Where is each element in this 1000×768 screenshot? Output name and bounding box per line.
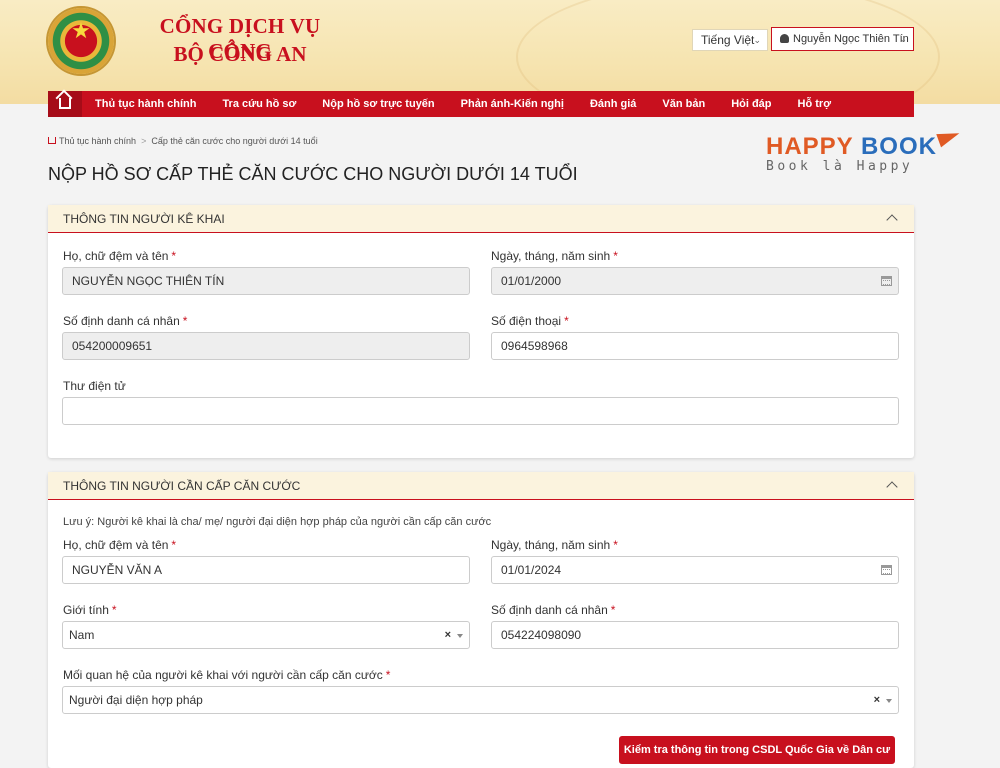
nav-item-hoi-dap[interactable]: Hỏi đáp bbox=[718, 91, 784, 117]
nav-item-danh-gia[interactable]: Đánh giá bbox=[577, 91, 649, 117]
dob-value: 01/01/2000 bbox=[501, 274, 562, 288]
gender-value: Nam bbox=[69, 628, 95, 642]
applicant-id-field[interactable]: 054224098090 bbox=[491, 621, 899, 649]
full-name-label: Họ, chữ đệm và tên * bbox=[63, 249, 177, 263]
section-title: THÔNG TIN NGƯỜI CẦN CẤP CĂN CƯỚC bbox=[63, 479, 301, 493]
chevron-up-icon[interactable] bbox=[886, 481, 898, 493]
chevron-up-icon[interactable] bbox=[886, 214, 898, 226]
check-national-database-button[interactable]: Kiểm tra thông tin trong CSDL Quốc Gia v… bbox=[619, 736, 895, 764]
logo-book: BOOK bbox=[860, 133, 937, 160]
breadcrumb-item: Cấp thẻ căn cước cho người dưới 14 tuổi bbox=[151, 136, 318, 146]
dob-label: Ngày, tháng, năm sinh * bbox=[491, 249, 618, 263]
calendar-icon[interactable] bbox=[881, 565, 892, 575]
phone-label: Số điện thoại * bbox=[491, 314, 569, 328]
applicant-note: Lưu ý: Người kê khai là cha/ mẹ/ người đ… bbox=[63, 516, 492, 528]
applicant-full-name-field[interactable]: NGUYỄN VĂN A bbox=[62, 556, 470, 584]
relation-label: Mối quan hệ của người kê khai với người … bbox=[63, 668, 391, 682]
nav-item-phan-anh[interactable]: Phản ánh-Kiến nghị bbox=[448, 91, 577, 117]
chevron-down-icon: ⌄ bbox=[753, 35, 761, 45]
dob-label: Ngày, tháng, năm sinh * bbox=[491, 538, 618, 552]
logo-tagline: Book là Happy bbox=[766, 159, 914, 174]
happy-book-logo: HAPPY BOOK Book là Happy bbox=[766, 126, 966, 178]
logo-happy: HAPPY bbox=[766, 133, 854, 160]
nav-item-thu-tuc[interactable]: Thủ tục hành chính bbox=[82, 91, 209, 117]
calendar-icon[interactable] bbox=[881, 276, 892, 286]
breadcrumb-separator: > bbox=[141, 136, 147, 146]
language-label: Tiếng Việt bbox=[701, 33, 755, 47]
declarant-id-field[interactable]: 054200009651 bbox=[62, 332, 470, 360]
section-title: THÔNG TIN NGƯỜI KÊ KHAI bbox=[63, 212, 225, 226]
applicant-gender-select[interactable]: Nam × bbox=[62, 621, 470, 649]
email-label: Thư điện tử bbox=[63, 379, 126, 393]
nav-item-tra-cuu[interactable]: Tra cứu hồ sơ bbox=[209, 91, 309, 117]
nav-item-nop-ho-so[interactable]: Nộp hồ sơ trực tuyến bbox=[309, 91, 447, 117]
applicant-section: THÔNG TIN NGƯỜI CẦN CẤP CĂN CƯỚC Lưu ý: … bbox=[48, 472, 914, 768]
applicant-section-header[interactable]: THÔNG TIN NGƯỜI CẦN CẤP CĂN CƯỚC bbox=[48, 472, 914, 500]
declarant-section-header[interactable]: THÔNG TIN NGƯỜI KÊ KHAI bbox=[48, 205, 914, 233]
clear-icon[interactable]: × bbox=[445, 622, 451, 648]
declarant-phone-field[interactable]: 0964598968 bbox=[491, 332, 899, 360]
declarant-email-field[interactable] bbox=[62, 397, 899, 425]
id-number-label: Số định danh cá nhân * bbox=[491, 603, 616, 617]
declarant-full-name-field[interactable]: NGUYỄN NGỌC THIÊN TÍN bbox=[62, 267, 470, 295]
id-number-label: Số định danh cá nhân * bbox=[63, 314, 188, 328]
police-emblem-icon[interactable]: ★ bbox=[48, 8, 114, 74]
full-name-label: Họ, chữ đệm và tên * bbox=[63, 538, 177, 552]
relation-select[interactable]: Người đại diện hợp pháp × bbox=[62, 686, 899, 714]
language-select[interactable]: Tiếng Việt ⌄ bbox=[692, 29, 768, 51]
applicant-dob-field[interactable]: 01/01/2024 bbox=[491, 556, 899, 584]
user-menu[interactable]: Nguyễn Ngọc Thiên Tín ⌄ bbox=[771, 27, 914, 51]
dropdown-arrow-icon[interactable] bbox=[886, 699, 892, 703]
site-header: ★ CỔNG DỊCH VỤ CÔNG BỘ CÔNG AN Tiếng Việ… bbox=[0, 0, 1000, 104]
home-icon[interactable] bbox=[48, 91, 82, 117]
dob-value: 01/01/2024 bbox=[501, 563, 562, 577]
user-name: Nguyễn Ngọc Thiên Tín bbox=[793, 33, 909, 45]
declarant-dob-field[interactable]: 01/01/2000 bbox=[491, 267, 899, 295]
user-icon bbox=[780, 34, 789, 43]
nav-item-ho-tro[interactable]: Hỗ trợ bbox=[785, 91, 844, 117]
page-title: NỘP HỒ SƠ CẤP THẺ CĂN CƯỚC CHO NGƯỜI DƯỚ… bbox=[48, 164, 578, 184]
brand-subtitle[interactable]: BỘ CÔNG AN bbox=[140, 42, 340, 67]
nav-item-van-ban[interactable]: Văn bản bbox=[649, 91, 718, 117]
clear-icon[interactable]: × bbox=[874, 687, 880, 713]
gender-label: Giới tính * bbox=[63, 603, 117, 617]
declarant-section: THÔNG TIN NGƯỜI KÊ KHAI Họ, chữ đệm và t… bbox=[48, 205, 914, 458]
relation-value: Người đại diện hợp pháp bbox=[69, 693, 203, 707]
chevron-down-icon: ⌄ bbox=[899, 34, 907, 44]
dropdown-arrow-icon[interactable] bbox=[457, 634, 463, 638]
main-nav: Thủ tục hành chính Tra cứu hồ sơ Nộp hồ … bbox=[48, 91, 914, 117]
home-icon[interactable] bbox=[48, 137, 56, 144]
breadcrumb-item[interactable]: Thủ tục hành chính bbox=[59, 136, 136, 146]
breadcrumb: Thủ tục hành chính > Cấp thẻ căn cước cho … bbox=[48, 136, 318, 146]
